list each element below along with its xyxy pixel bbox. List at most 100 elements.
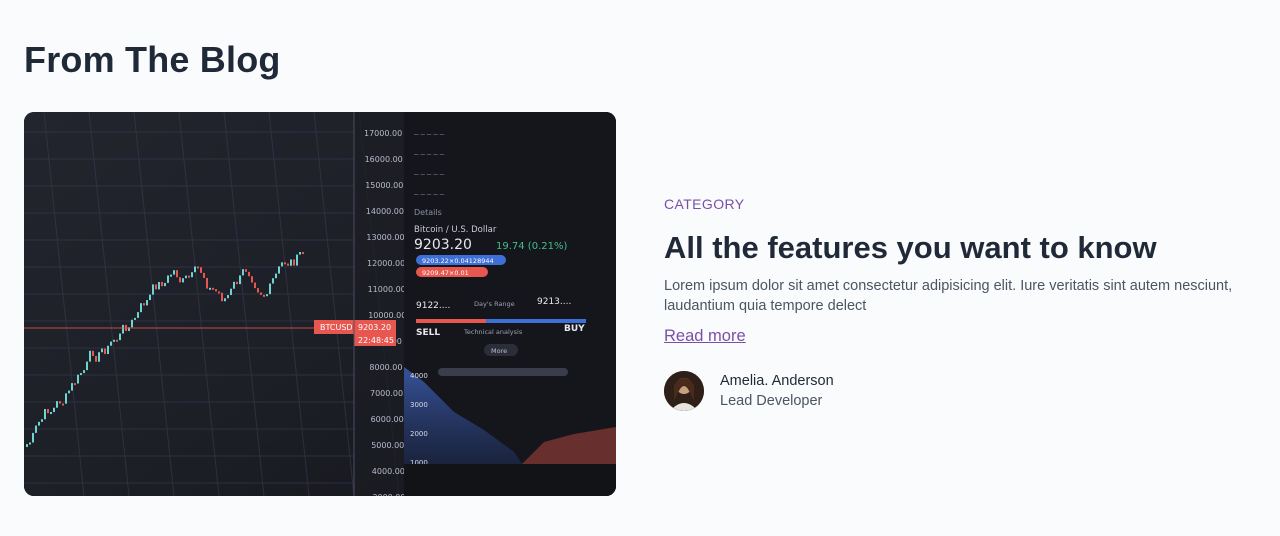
candle bbox=[146, 300, 148, 306]
svg-text:─ ─ ─ ─ ─: ─ ─ ─ ─ ─ bbox=[413, 191, 445, 199]
candle bbox=[299, 252, 301, 255]
candle bbox=[260, 292, 262, 295]
author-name[interactable]: Amelia. Anderson bbox=[720, 371, 834, 391]
candle bbox=[44, 408, 46, 420]
price-axis-tick: 12000.00 bbox=[367, 259, 405, 268]
candle bbox=[227, 295, 229, 299]
candle bbox=[302, 252, 304, 254]
candle bbox=[155, 284, 157, 290]
candle bbox=[233, 281, 235, 289]
depth-axis-tick: 2000 bbox=[410, 430, 428, 438]
depth-axis-tick: 4000 bbox=[410, 372, 428, 380]
candle bbox=[83, 370, 85, 374]
candle bbox=[50, 412, 52, 415]
candle bbox=[278, 266, 280, 274]
price-axis-tick: 8000.00 bbox=[369, 363, 402, 372]
svg-text:─ ─ ─ ─ ─: ─ ─ ─ ─ ─ bbox=[413, 131, 445, 139]
price-axis-tick: 10000.00 bbox=[368, 311, 406, 320]
last-price-tag: 9203.20 bbox=[358, 323, 391, 332]
depth-axis-tick: 3000 bbox=[410, 401, 428, 409]
post-category[interactable]: CATEGORY bbox=[664, 194, 1244, 214]
read-more-link[interactable]: Read more bbox=[664, 325, 746, 347]
candle bbox=[263, 294, 265, 297]
details-label: Details bbox=[414, 208, 442, 217]
candle bbox=[257, 288, 259, 293]
candle bbox=[113, 339, 115, 342]
author-role: Lead Developer bbox=[720, 393, 823, 409]
blog-post-image[interactable]: 17000.00 16000.00 15000.00 14000.00 13000.00… bbox=[24, 112, 616, 496]
pair-label: Bitcoin / U.S. Dollar bbox=[414, 225, 497, 235]
candle bbox=[29, 442, 31, 445]
price-axis-tick: 16000.00 bbox=[365, 155, 403, 164]
candle bbox=[143, 303, 145, 306]
price-axis-tick: 3000.00 bbox=[372, 493, 405, 496]
price-axis-tick: 11000.00 bbox=[368, 285, 406, 294]
candle bbox=[101, 348, 103, 353]
change-label: 19.74 (0.21%) bbox=[496, 241, 567, 252]
candle bbox=[95, 355, 97, 362]
candle bbox=[149, 294, 151, 301]
candle bbox=[209, 287, 211, 290]
candle bbox=[296, 254, 298, 266]
candle bbox=[284, 262, 286, 265]
candle bbox=[38, 421, 40, 426]
ticker-tag: BTCUSD bbox=[320, 323, 353, 332]
candle bbox=[104, 348, 106, 355]
candle bbox=[107, 345, 109, 355]
candle bbox=[236, 281, 238, 285]
candle bbox=[122, 324, 124, 334]
candle bbox=[92, 350, 94, 356]
time-tag: 22:48:45 bbox=[358, 336, 394, 345]
price-label: 9203.20 bbox=[414, 237, 472, 253]
price-axis-tick: 14000.00 bbox=[366, 207, 404, 216]
candle bbox=[53, 407, 55, 413]
candle bbox=[239, 275, 241, 285]
candle bbox=[68, 390, 70, 394]
candle bbox=[194, 266, 196, 273]
candle bbox=[98, 352, 100, 362]
candle bbox=[197, 266, 199, 269]
svg-text:─ ─ ─ ─ ─: ─ ─ ─ ─ ─ bbox=[413, 151, 445, 159]
range-low: 9122.... bbox=[416, 301, 450, 311]
candle bbox=[110, 341, 112, 346]
candle bbox=[281, 262, 283, 267]
candle bbox=[224, 298, 226, 302]
price-axis-tick: 4000.00 bbox=[372, 467, 405, 476]
candle bbox=[137, 312, 139, 318]
candle bbox=[32, 432, 34, 443]
candle bbox=[248, 271, 250, 277]
blog-post-content: CATEGORY All the features you want to kn… bbox=[664, 194, 1244, 411]
range-label: Day's Range bbox=[474, 300, 515, 308]
candle bbox=[245, 269, 247, 272]
candle bbox=[206, 277, 208, 289]
candle bbox=[212, 287, 214, 290]
candle bbox=[134, 317, 136, 320]
candle bbox=[167, 275, 169, 283]
candle bbox=[41, 419, 43, 422]
candle bbox=[200, 267, 202, 273]
candle bbox=[89, 350, 91, 362]
candle bbox=[218, 291, 220, 294]
candle bbox=[161, 281, 163, 287]
candle bbox=[287, 263, 289, 266]
candle bbox=[65, 393, 67, 404]
candle bbox=[47, 408, 49, 414]
range-high: 9213.... bbox=[537, 297, 571, 307]
candle bbox=[119, 333, 121, 341]
trading-chart-photo: 17000.00 16000.00 15000.00 14000.00 13000.00… bbox=[24, 112, 616, 496]
author-avatar bbox=[664, 371, 704, 411]
candle bbox=[275, 273, 277, 279]
candle bbox=[191, 272, 193, 278]
candle bbox=[188, 275, 190, 278]
bid-label: 9203.22×0.04128944 bbox=[422, 257, 494, 265]
candle bbox=[152, 284, 154, 295]
post-author: Amelia. Anderson Lead Developer bbox=[664, 371, 1244, 411]
post-title[interactable]: All the features you want to know bbox=[664, 226, 1244, 270]
sell-label: SELL bbox=[416, 328, 440, 338]
post-excerpt: Lorem ipsum dolor sit amet consectetur a… bbox=[664, 278, 1233, 314]
candle bbox=[185, 275, 187, 279]
price-axis-tick: 17000.00 bbox=[364, 129, 402, 138]
candle bbox=[251, 276, 253, 283]
candle bbox=[179, 277, 181, 283]
candle bbox=[176, 270, 178, 278]
